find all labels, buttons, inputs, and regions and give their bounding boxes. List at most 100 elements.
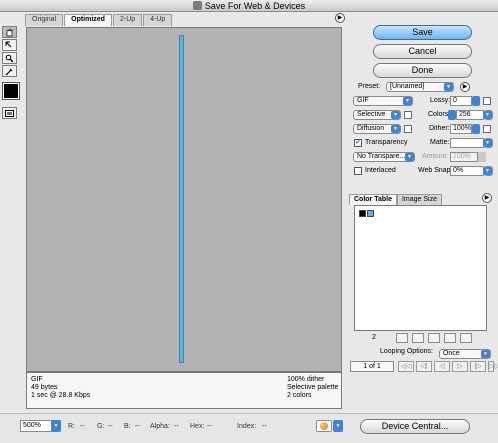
blue-label: B: (124, 423, 131, 430)
lossy-input[interactable]: 0 (450, 96, 472, 106)
play-button[interactable]: ▷ (452, 361, 468, 372)
amount-stepper[interactable] (478, 152, 486, 162)
map-to-transparent-button[interactable] (396, 333, 408, 343)
matte-dropdown[interactable]: ▼ (483, 138, 493, 148)
save-button[interactable]: Save (373, 25, 472, 40)
color-swatch[interactable] (359, 210, 366, 217)
slice-select-tool[interactable] (2, 39, 17, 51)
image-content (179, 35, 184, 363)
dither-stepper[interactable] (472, 124, 480, 134)
optimization-info: GIF 49 bytes 1 sec @ 28.8 Kbps 100% dith… (26, 372, 342, 409)
chevron-down-icon: ▼ (483, 139, 492, 147)
lossy-mask-icon[interactable] (483, 97, 491, 105)
dither-label: Dither: (429, 125, 450, 132)
slices-visibility-icon (5, 109, 14, 117)
zoom-level-input[interactable]: 500% (20, 420, 52, 432)
blue-value: -- (135, 423, 140, 430)
preset-label: Preset: (358, 83, 381, 90)
green-label: G: (97, 423, 105, 430)
window-title: Save For Web & Devices (0, 1, 498, 11)
optimize-menu-button[interactable]: ▶ (460, 82, 470, 92)
toggle-slices-visibility[interactable] (2, 107, 17, 119)
first-frame-button[interactable]: ◁◁ (398, 361, 414, 372)
reduction-select[interactable]: Selective ▼ (353, 110, 401, 120)
flyout-arrow-icon: ▶ (484, 195, 490, 201)
color-table (354, 205, 487, 331)
looping-value: Once (442, 350, 460, 357)
interlaced-checkbox[interactable] (354, 167, 362, 175)
dialog-buttons: Save Cancel Done (373, 25, 472, 82)
websnap-dropdown[interactable]: ▼ (483, 166, 493, 176)
optimized-preview[interactable] (26, 27, 342, 372)
tab-image-size[interactable]: Image Size (396, 194, 443, 205)
preset-select[interactable]: [Unnamed] ▼ (386, 82, 454, 92)
color-swatch[interactable] (367, 210, 374, 217)
rewind-button[interactable]: ◁ (434, 361, 450, 372)
green-value: -- (108, 423, 113, 430)
new-color-button[interactable] (444, 333, 456, 343)
format-value: GIF (357, 97, 369, 104)
tab-optimized[interactable]: Optimized (64, 14, 112, 26)
slice-select-icon (5, 41, 12, 47)
hand-tool[interactable] (2, 26, 17, 38)
tab-4-up[interactable]: 4-Up (143, 14, 173, 26)
browser-select-dropdown[interactable]: ▼ (333, 420, 343, 432)
color-count: 2 colors (287, 392, 312, 399)
tab-2-up[interactable]: 2-Up (112, 14, 143, 26)
eyedropper-color-swatch[interactable] (2, 82, 20, 100)
zoom-dropdown[interactable]: ▼ (51, 420, 61, 432)
websnap-input[interactable]: 0% (450, 166, 484, 176)
looping-select[interactable]: Once ▼ (438, 349, 491, 359)
status-bar: 500% ▼ R: -- G: -- B: -- Alpha: -- Hex: … (0, 413, 498, 443)
chevron-down-icon: ▼ (403, 97, 412, 105)
colors-input[interactable]: 256 (456, 110, 484, 120)
dither-mask-icon[interactable] (404, 125, 412, 133)
colors-dropdown[interactable]: ▼ (483, 110, 493, 120)
transparency-checkbox[interactable]: ✓ (354, 139, 362, 147)
dither-input[interactable]: 100% (450, 124, 472, 134)
chevron-down-icon: ▼ (480, 350, 490, 358)
chevron-down-icon: ▼ (53, 423, 59, 429)
title-bar: Save For Web & Devices (0, 0, 498, 12)
file-format: GIF (31, 376, 43, 383)
zoom-tool[interactable] (2, 52, 17, 64)
checkmark-icon: ✓ (355, 139, 361, 146)
last-frame-button[interactable]: ▷▷ (488, 361, 498, 372)
cancel-button[interactable]: Cancel (373, 44, 472, 59)
tab-original[interactable]: Original (25, 14, 64, 26)
looping-options: Looping Options: Once ▼ (380, 348, 491, 359)
reduction-mask-icon[interactable] (404, 111, 412, 119)
flyout-arrow-icon: ▶ (462, 84, 468, 90)
eyedropper-icon (5, 68, 13, 75)
shift-to-web-palette-button[interactable] (412, 333, 424, 343)
preview-menu-button[interactable]: ▶ (335, 13, 345, 23)
transparency-dither-select[interactable]: No Transpare... ▼ (353, 152, 415, 162)
chevron-down-icon: ▼ (444, 83, 453, 91)
previous-frame-button[interactable]: ◁| (416, 361, 432, 372)
index-value: -- (262, 423, 267, 430)
lossy-label: Lossy: (430, 97, 451, 104)
done-button[interactable]: Done (373, 63, 472, 78)
amount-input[interactable]: 100% (450, 152, 478, 162)
device-central-button[interactable]: Device Central... (360, 419, 470, 434)
next-frame-button[interactable]: |▷ (470, 361, 486, 372)
chevron-down-icon: ▼ (391, 111, 400, 119)
interlaced-label: Interlaced (365, 167, 396, 174)
palette-type: Selective palette (287, 384, 339, 391)
eyedropper-tool[interactable] (2, 65, 17, 77)
format-select[interactable]: GIF ▼ (353, 96, 413, 106)
colors-stepper[interactable] (448, 110, 456, 120)
lock-color-button[interactable] (428, 333, 440, 343)
delete-color-button[interactable] (460, 333, 472, 343)
chevron-down-icon: ▼ (391, 125, 400, 133)
dither-info: 100% dither (287, 376, 325, 383)
dither-amount-mask-icon[interactable] (483, 125, 491, 133)
preview-in-browser-button[interactable] (316, 420, 332, 432)
browser-icon (320, 422, 328, 430)
dither-algorithm-select[interactable]: Diffusion ▼ (353, 124, 401, 134)
lossy-stepper[interactable] (472, 96, 480, 106)
tab-color-table[interactable]: Color Table (349, 194, 397, 205)
matte-color-field[interactable] (450, 138, 484, 148)
hex-value: -- (207, 423, 212, 430)
color-table-menu-button[interactable]: ▶ (482, 193, 492, 203)
